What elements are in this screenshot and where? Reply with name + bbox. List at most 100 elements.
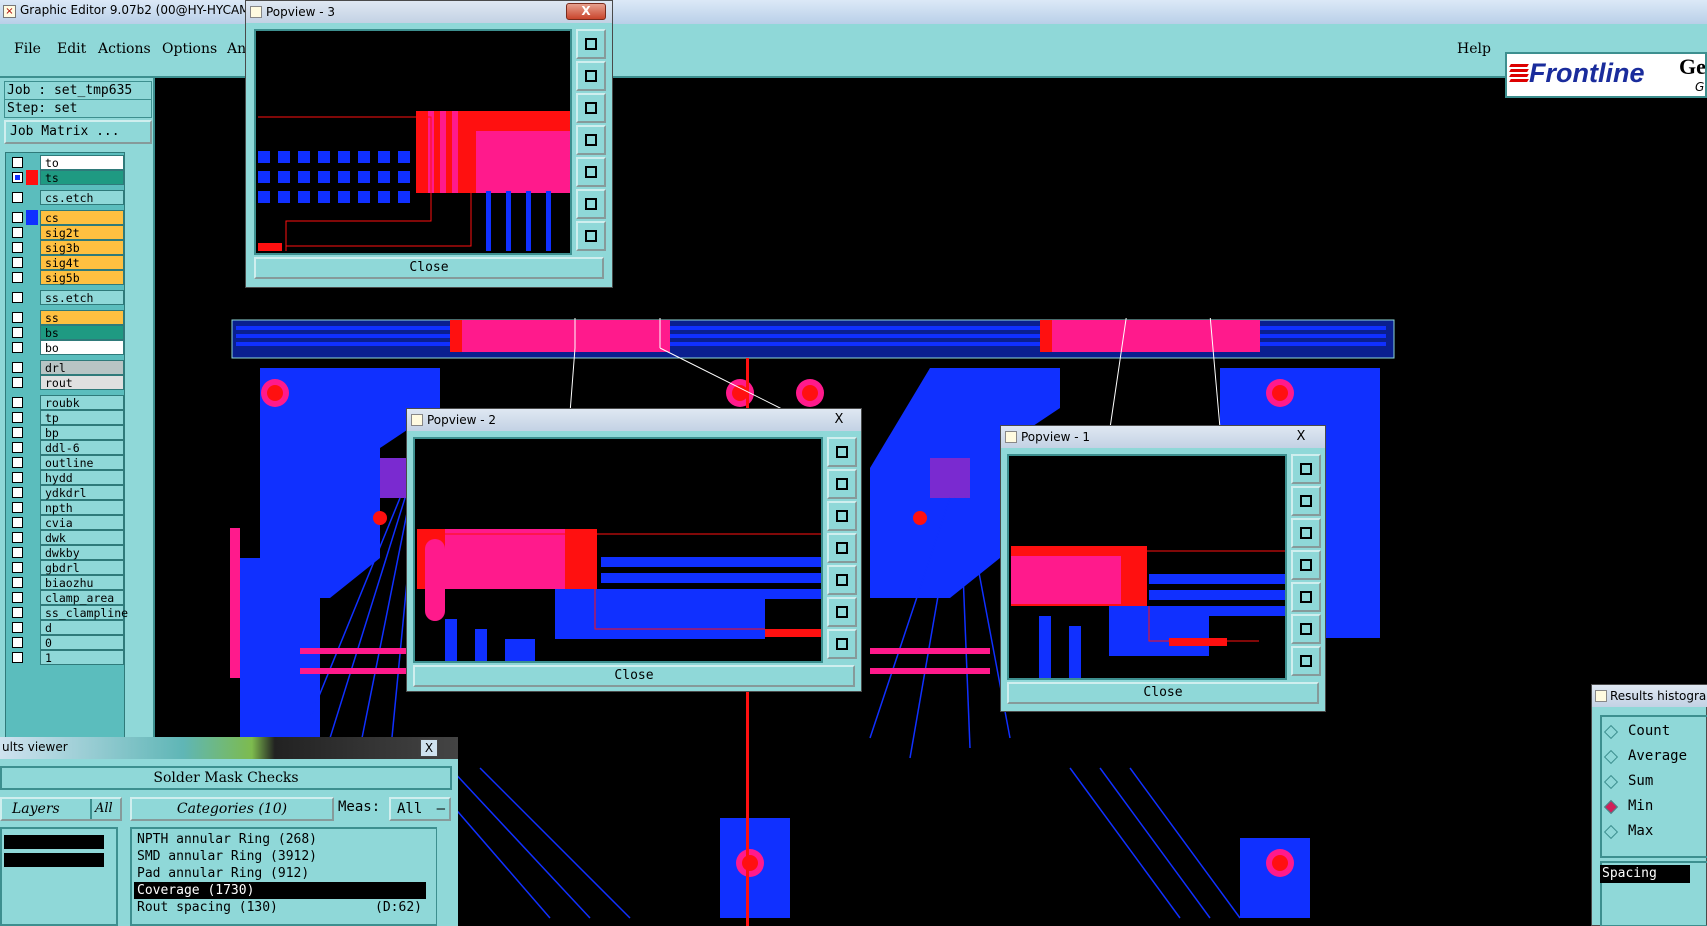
layer-checkbox[interactable] <box>12 592 23 603</box>
pan-down-button[interactable] <box>827 501 857 531</box>
layer-name[interactable]: clamp_area <box>40 590 124 605</box>
layer-row-to[interactable]: to <box>8 155 124 170</box>
layer-name[interactable]: gbdrl <box>40 560 124 575</box>
layer-name[interactable]: tp <box>40 410 124 425</box>
layer-row-bp[interactable]: bp <box>8 425 124 440</box>
layer-name[interactable]: drl <box>40 360 124 375</box>
layer-row-npth[interactable]: npth <box>8 500 124 515</box>
pan-left-button[interactable] <box>827 533 857 563</box>
category-item[interactable]: SMD annular Ring (3912) <box>134 848 426 865</box>
layers-all-label[interactable]: All <box>90 799 120 819</box>
zoom-in-button[interactable] <box>576 189 606 219</box>
layer-checkbox[interactable] <box>12 192 23 203</box>
pan-down-button[interactable] <box>1291 518 1321 548</box>
layer-checkbox[interactable] <box>12 652 23 663</box>
layer-row-drl[interactable]: drl <box>8 360 124 375</box>
layer-row-biaozhu[interactable]: biaozhu <box>8 575 124 590</box>
layer-row-sig4t[interactable]: sig4t <box>8 255 124 270</box>
pan-up-button[interactable] <box>576 61 606 91</box>
layer-checkbox[interactable] <box>12 427 23 438</box>
popview-2-view[interactable] <box>413 437 823 663</box>
layer-row-ddl-6[interactable]: ddl-6 <box>8 440 124 455</box>
layer-name[interactable]: ss_clampline <box>40 605 128 620</box>
layer-checkbox[interactable] <box>12 487 23 498</box>
layer-name[interactable]: sig4t <box>40 255 124 270</box>
menu-actions[interactable]: Actions <box>98 41 151 57</box>
layer-name[interactable]: sig5b <box>40 270 124 285</box>
layer-name[interactable]: dwkby <box>40 545 124 560</box>
layer-name[interactable]: sig2t <box>40 225 124 240</box>
layer-checkbox[interactable] <box>12 442 23 453</box>
popview-3-close-x-button[interactable]: X <box>566 3 606 20</box>
layers-list[interactable] <box>0 827 118 926</box>
layer-row-gbdrl[interactable]: gbdrl <box>8 560 124 575</box>
layer-row[interactable] <box>4 853 104 867</box>
layer-name[interactable]: bp <box>40 425 124 440</box>
layer-checkbox[interactable] <box>12 397 23 408</box>
results-viewer-titlebar[interactable]: ults viewer X <box>0 737 458 759</box>
layer-name[interactable]: dwk <box>40 530 124 545</box>
layer-checkbox[interactable] <box>12 412 23 423</box>
pan-left-button[interactable] <box>576 125 606 155</box>
layer-checkbox[interactable] <box>12 212 23 223</box>
layer-row[interactable] <box>4 835 104 849</box>
layer-row-bs[interactable]: bs <box>8 325 124 340</box>
popview-2-titlebar[interactable]: Popview - 2 <box>407 409 861 431</box>
layer-checkbox[interactable] <box>12 622 23 633</box>
layer-row-bo[interactable]: bo <box>8 340 124 355</box>
layer-name[interactable]: ss.etch <box>40 290 124 305</box>
layer-row-roubk[interactable]: roubk <box>8 395 124 410</box>
zoom-out-button[interactable] <box>576 221 606 251</box>
layer-name[interactable]: roubk <box>40 395 124 410</box>
layer-name[interactable]: ddl-6 <box>40 440 124 455</box>
categories-scrollbar[interactable] <box>436 827 454 926</box>
layer-name[interactable]: npth <box>40 500 124 515</box>
zoom-in-button[interactable] <box>1291 614 1321 644</box>
layer-name[interactable]: bo <box>40 340 124 355</box>
layer-color-swatch[interactable] <box>26 210 38 225</box>
layer-name[interactable]: cs.etch <box>40 190 124 205</box>
layer-checkbox[interactable] <box>12 272 23 283</box>
layer-name[interactable]: ts <box>40 170 124 185</box>
layer-name[interactable]: biaozhu <box>40 575 124 590</box>
layer-row-ss[interactable]: ss <box>8 310 124 325</box>
layer-name[interactable]: cvia <box>40 515 124 530</box>
layer-name[interactable]: 1 <box>40 650 124 665</box>
layer-row-outline[interactable]: outline <box>8 455 124 470</box>
layer-name[interactable]: ss <box>40 310 124 325</box>
pan-right-button[interactable] <box>576 157 606 187</box>
pan-right-button[interactable] <box>1291 582 1321 612</box>
layer-row-dwkby[interactable]: dwkby <box>8 545 124 560</box>
layer-checkbox[interactable] <box>12 342 23 353</box>
layer-checkbox[interactable] <box>12 257 23 268</box>
pan-up-button[interactable] <box>827 469 857 499</box>
layer-row-ss.etch[interactable]: ss.etch <box>8 290 124 305</box>
job-matrix-button[interactable]: Job Matrix ... <box>4 120 152 144</box>
layer-checkbox[interactable] <box>12 502 23 513</box>
layer-row-ts[interactable]: ts <box>8 170 124 185</box>
layer-checkbox[interactable] <box>12 577 23 588</box>
layer-color-swatch[interactable] <box>26 170 38 185</box>
layer-row-1[interactable]: 1 <box>8 650 124 665</box>
layer-checkbox[interactable] <box>12 172 23 183</box>
meas-select[interactable]: All — <box>389 797 451 821</box>
menu-file[interactable]: File <box>14 41 41 57</box>
layer-name[interactable]: to <box>40 155 124 170</box>
layer-name[interactable]: d <box>40 620 124 635</box>
layer-row-d[interactable]: d <box>8 620 124 635</box>
categories-tab[interactable]: Categories (10) <box>130 797 334 821</box>
layer-row-tp[interactable]: tp <box>8 410 124 425</box>
layer-checkbox[interactable] <box>12 377 23 388</box>
popview-3-view[interactable] <box>254 29 572 255</box>
layer-checkbox[interactable] <box>12 547 23 558</box>
layer-row-cs.etch[interactable]: cs.etch <box>8 190 124 205</box>
layer-row-rout[interactable]: rout <box>8 375 124 390</box>
layer-row-hydd[interactable]: hydd <box>8 470 124 485</box>
layer-row-ss_clampline[interactable]: ss_clampline <box>8 605 128 620</box>
layer-checkbox[interactable] <box>12 532 23 543</box>
category-item[interactable]: Rout spacing (130) (D:62) <box>134 899 426 916</box>
layer-row-sig2t[interactable]: sig2t <box>8 225 124 240</box>
popview-2-close-button[interactable]: Close <box>413 665 855 687</box>
layer-checkbox[interactable] <box>12 457 23 468</box>
layer-row-ydkdrl[interactable]: ydkdrl <box>8 485 124 500</box>
